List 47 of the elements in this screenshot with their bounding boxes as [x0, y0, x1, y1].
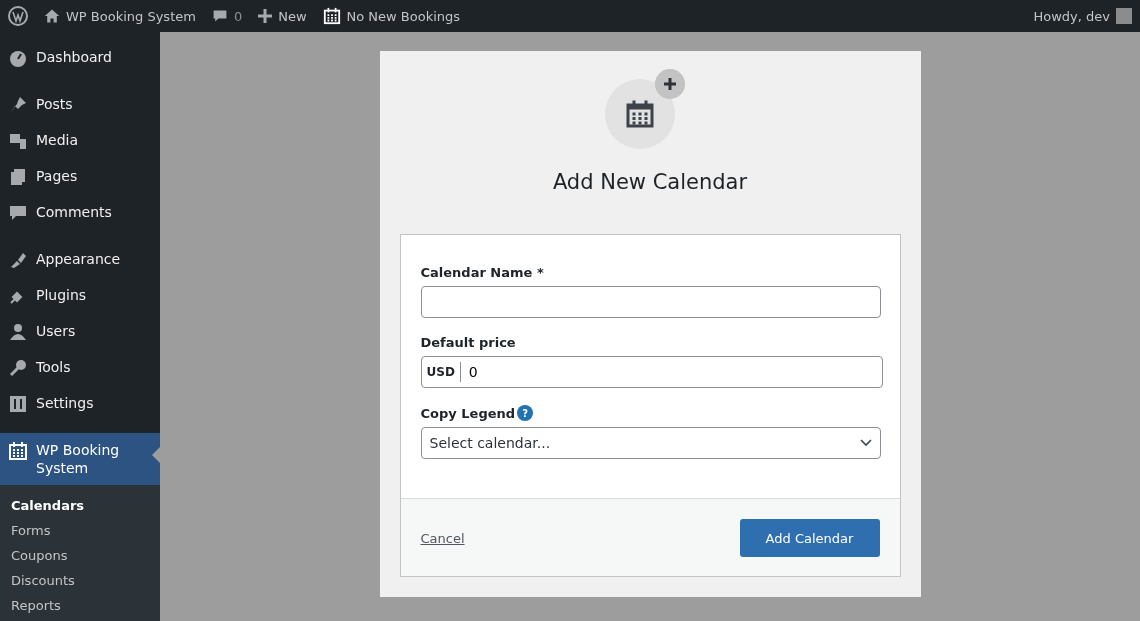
sidebar-item[interactable]: Media: [0, 123, 160, 159]
calendar-icon[interactable]: [322, 7, 341, 25]
submenu-item[interactable]: Calendars: [0, 493, 96, 518]
input-field[interactable]: [420, 286, 881, 318]
media-icon: [8, 131, 28, 151]
comments-count[interactable]: 0: [233, 8, 243, 24]
plus-icon[interactable]: [258, 9, 273, 23]
chevron-down-icon: [859, 439, 872, 447]
select-field[interactable]: Select calendar...: [420, 427, 881, 459]
sidebar-item[interactable]: Comments: [0, 195, 160, 231]
field-label: Default price: [420, 335, 516, 350]
wrench-icon: [8, 358, 28, 378]
sidebar-item[interactable]: Appearance: [0, 242, 160, 278]
wordpress-logo-icon[interactable]: [8, 6, 28, 26]
sidebar-item[interactable]: Dashboard: [0, 40, 160, 76]
help-icon[interactable]: ?: [517, 405, 534, 421]
person-icon: [8, 322, 28, 342]
submenu-item[interactable]: Reports: [0, 593, 72, 618]
sidebar-item[interactable]: WP Booking System: [0, 433, 160, 485]
sidebar-item[interactable]: Users: [0, 314, 160, 350]
cancel-link[interactable]: Cancel: [420, 530, 465, 546]
speech-bubble-icon: [8, 203, 28, 223]
speech-bubble-icon[interactable]: [211, 8, 228, 24]
home-icon[interactable]: [44, 8, 60, 24]
greeting-link[interactable]: Howdy, dev: [1033, 8, 1110, 24]
field-label: Copy Legend: [420, 405, 516, 421]
modal-title: Add New Calendar: [552, 170, 748, 194]
currency-label: USD: [421, 362, 461, 382]
site-name-link[interactable]: WP Booking System: [66, 8, 196, 24]
pages-icon: [8, 167, 28, 187]
add-calendar-button[interactable]: Add Calendar: [739, 519, 880, 557]
sidebar-item[interactable]: Pages: [0, 159, 160, 195]
calendar-icon: [8, 441, 28, 461]
sliders-icon: [8, 394, 28, 414]
submenu-item[interactable]: Forms: [0, 518, 62, 543]
submenu-item[interactable]: Discounts: [0, 568, 86, 593]
sidebar-item[interactable]: Plugins: [0, 278, 160, 314]
sidebar-item[interactable]: Tools: [0, 350, 160, 386]
sidebar-item[interactable]: Settings: [0, 386, 160, 422]
new-link[interactable]: New: [278, 8, 307, 24]
field-label: Calendar Name *: [420, 265, 544, 280]
sidebar-item[interactable]: Posts: [0, 87, 160, 123]
bookings-link[interactable]: No New Bookings: [346, 8, 461, 24]
plus-icon: [655, 69, 685, 99]
submenu-item[interactable]: Coupons: [0, 543, 79, 568]
price-field[interactable]: USD 0: [420, 356, 883, 388]
gauge-icon: [8, 48, 28, 68]
